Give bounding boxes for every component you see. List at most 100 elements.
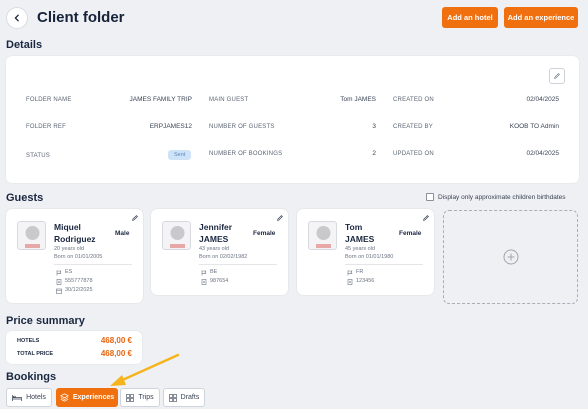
edit-details-button[interactable] xyxy=(549,68,565,84)
grid-icon xyxy=(126,393,135,402)
passport-value: 555777878 xyxy=(65,278,93,284)
back-button[interactable] xyxy=(6,7,28,29)
tab-label: Hotels xyxy=(26,394,46,401)
guest-passport: 555777878 xyxy=(56,277,93,286)
avatar xyxy=(162,221,191,250)
details-title: Details xyxy=(6,39,43,51)
grid-icon xyxy=(168,393,177,402)
passport-value: 123456 xyxy=(356,278,375,284)
pencil-icon xyxy=(554,73,560,79)
guest-last-name: Rodriguez xyxy=(54,234,96,244)
add-guest-card[interactable] xyxy=(443,210,578,304)
approx-birthdates-label: Display only approximate children birthd… xyxy=(438,193,566,201)
tab-drafts[interactable]: Drafts xyxy=(163,388,205,407)
guest-first-name: Tom xyxy=(345,222,363,232)
tab-experiences[interactable]: Experiences xyxy=(56,388,118,407)
guest-passport: 987654 xyxy=(201,277,228,286)
plus-circle-icon xyxy=(503,249,518,265)
flag-icon xyxy=(201,270,207,275)
detail-value: 3 xyxy=(372,123,376,130)
guest-age: 45 years old xyxy=(345,246,375,252)
guest-last-name: JAMES xyxy=(345,234,375,244)
guest-birthdate: Born on 02/02/1982 xyxy=(199,254,248,260)
flag-icon xyxy=(56,270,62,275)
guest-last-name: JAMES xyxy=(199,234,229,244)
detail-label: UPDATED ON xyxy=(393,151,434,157)
approx-birthdates-toggle[interactable]: Display only approximate children birthd… xyxy=(426,193,566,201)
details-card: FOLDER NAME JAMES FAMILY TRIP FOLDER REF… xyxy=(6,56,579,183)
detail-label: CREATED ON xyxy=(393,97,434,103)
total-price-label: TOTAL PRICE xyxy=(17,351,54,357)
chevron-left-icon xyxy=(14,14,19,22)
layers-icon xyxy=(59,393,69,402)
passport-value: 987654 xyxy=(210,278,229,284)
guest-card[interactable]: Miquel Rodriguez Male 20 years old Born … xyxy=(6,209,143,303)
hotels-price-label: HOTELS xyxy=(17,338,40,344)
guest-gender: Female xyxy=(399,230,422,237)
detail-value: 2 xyxy=(372,150,376,157)
top-bar: Client folder Add an hotel Add an experi… xyxy=(0,0,588,36)
guest-age: 43 years old xyxy=(199,246,229,252)
guest-passport-expiry: 30/12/2025 xyxy=(56,286,93,295)
nationality-value: FR xyxy=(356,269,364,275)
tab-hotels[interactable]: Hotels xyxy=(6,388,52,407)
tab-label: Trips xyxy=(138,394,154,401)
guest-birthdate: Born on 01/01/2005 xyxy=(54,254,103,260)
detail-label: MAIN GUEST xyxy=(209,97,249,103)
flag-icon xyxy=(347,270,353,275)
divider xyxy=(54,264,132,265)
divider xyxy=(345,264,423,265)
add-experience-button[interactable]: Add an experience xyxy=(504,7,578,28)
guest-nationality: BE xyxy=(201,268,217,277)
divider xyxy=(199,264,277,265)
tab-label: Drafts xyxy=(180,394,200,401)
pencil-icon[interactable] xyxy=(276,214,284,222)
annotation-arrow xyxy=(110,353,180,386)
guest-gender: Female xyxy=(253,230,276,237)
bed-icon xyxy=(12,394,22,401)
document-icon xyxy=(347,278,353,285)
status-badge: Sent xyxy=(168,150,192,160)
detail-label: FOLDER REF xyxy=(26,124,67,130)
guest-first-name: Miquel xyxy=(54,222,81,232)
guest-passport: 123456 xyxy=(347,277,374,286)
guests-title: Guests xyxy=(6,192,44,204)
price-summary-title: Price summary xyxy=(6,315,85,327)
detail-value: 02/04/2025 xyxy=(526,150,559,157)
guest-nationality: ES xyxy=(56,268,72,277)
add-hotel-button[interactable]: Add an hotel xyxy=(442,7,498,28)
tab-label: Experiences xyxy=(72,394,115,401)
detail-label: NUMBER OF GUESTS xyxy=(209,124,275,130)
pencil-icon[interactable] xyxy=(422,214,430,222)
detail-label: NUMBER OF BOOKINGS xyxy=(209,151,283,157)
detail-value: KOOB TO Admin xyxy=(509,123,559,130)
avatar xyxy=(308,221,337,250)
detail-label: FOLDER NAME xyxy=(26,97,72,103)
expiry-value: 30/12/2025 xyxy=(65,287,93,293)
hotels-price-value: 468,00 € xyxy=(100,336,132,345)
tab-trips[interactable]: Trips xyxy=(120,388,160,407)
detail-value: 02/04/2025 xyxy=(526,96,559,103)
guest-gender: Male xyxy=(115,230,130,237)
guest-card[interactable]: Tom JAMES Female 45 years old Born on 01… xyxy=(297,209,434,295)
avatar xyxy=(17,221,46,250)
document-icon xyxy=(201,278,207,285)
document-icon xyxy=(56,278,62,285)
guest-card[interactable]: Jennifer JAMES Female 43 years old Born … xyxy=(151,209,288,295)
detail-value: JAMES FAMILY TRIP xyxy=(129,96,193,103)
bookings-title: Bookings xyxy=(6,371,57,383)
guest-birthdate: Born on 01/01/1980 xyxy=(345,254,394,260)
nationality-value: ES xyxy=(65,269,73,275)
guest-age: 20 years old xyxy=(54,246,84,252)
detail-label: STATUS xyxy=(26,153,50,159)
page-title: Client folder xyxy=(37,9,125,26)
pencil-icon[interactable] xyxy=(131,214,139,222)
nationality-value: BE xyxy=(210,269,218,275)
guest-first-name: Jennifer xyxy=(199,222,233,232)
guest-nationality: FR xyxy=(347,268,363,277)
detail-label: CREATED BY xyxy=(393,124,433,130)
detail-value: Tom JAMES xyxy=(340,96,376,103)
checkbox[interactable] xyxy=(426,193,434,201)
detail-value: ERPJAMES12 xyxy=(149,123,192,130)
calendar-icon xyxy=(56,288,62,294)
